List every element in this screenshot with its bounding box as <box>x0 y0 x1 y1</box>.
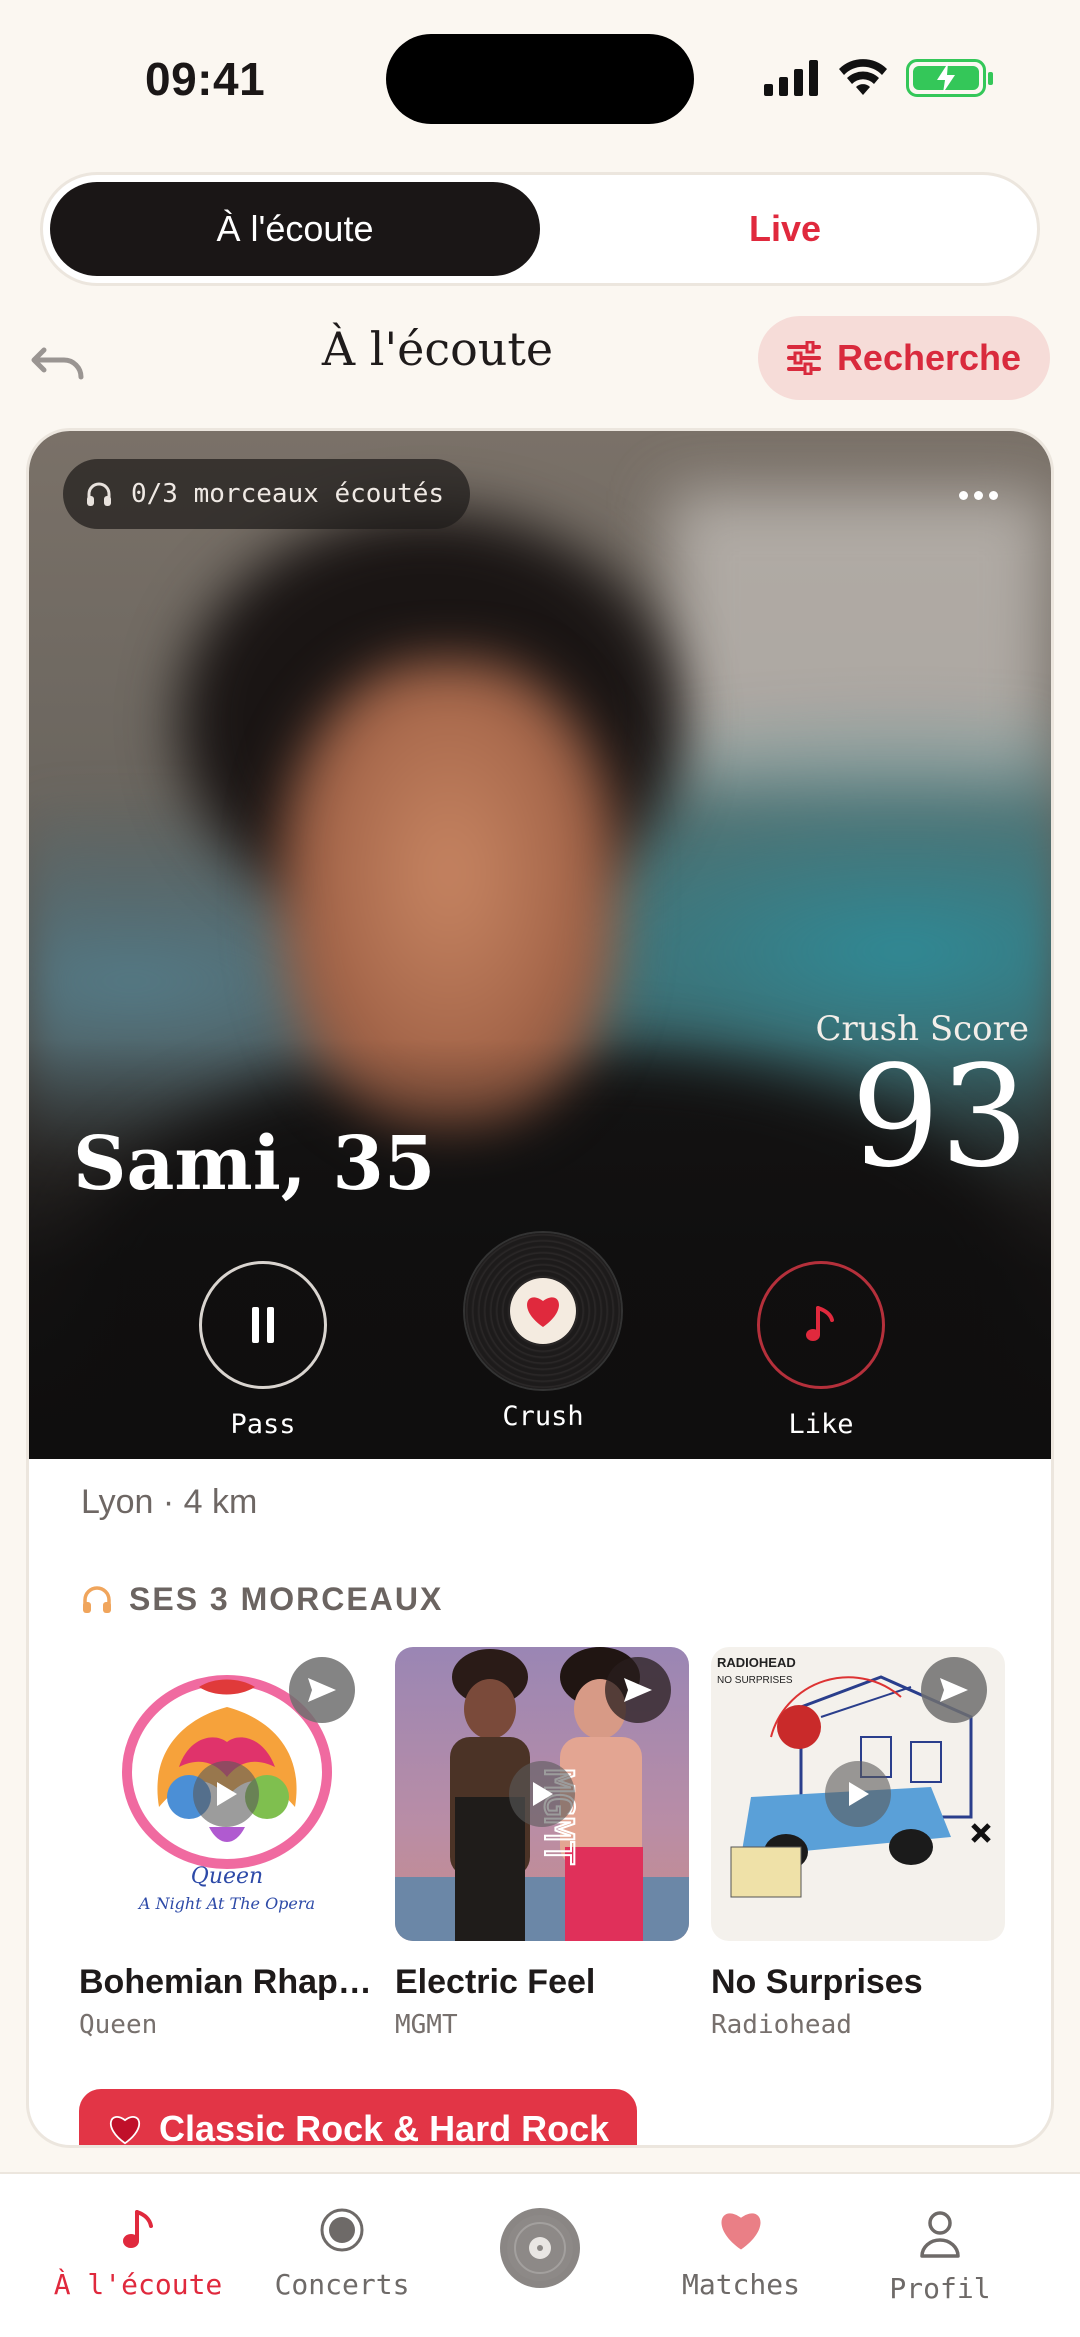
like-action[interactable]: Like <box>757 1261 885 1440</box>
dynamic-island <box>386 34 694 124</box>
track-title: Bohemian Rhap… <box>79 1963 372 2001</box>
tab-profile-label: Profil <box>889 2272 991 2305</box>
album-cover: MGMT <box>395 1647 689 1941</box>
crush-label: Crush <box>502 1401 584 1432</box>
heart-icon <box>109 2116 141 2145</box>
send-icon <box>940 1678 968 1702</box>
pass-label: Pass <box>230 1409 296 1440</box>
tab-matches-label: Matches <box>681 2268 800 2301</box>
tab-concerts[interactable]: Concerts <box>262 2200 422 2301</box>
play-preview-button[interactable] <box>825 1761 891 1827</box>
pass-action[interactable]: Pass <box>199 1261 327 1440</box>
track-card[interactable]: Queen A Night At The Opera Bohemian Rhap… <box>79 1647 373 2040</box>
svg-text:Queen: Queen <box>191 1864 263 1889</box>
headphones-icon <box>83 1585 111 1613</box>
tab-profile[interactable]: Profil <box>870 2204 1010 2305</box>
headphones-icon <box>87 482 111 506</box>
cellular-signal-icon <box>764 60 818 96</box>
segment-listening[interactable]: À l'écoute <box>50 182 540 276</box>
profile-photo: 0/3 morceaux écoutés Crush Score 93 Sami… <box>29 431 1051 1459</box>
status-time: 09:41 <box>145 53 266 105</box>
music-note-icon <box>123 2210 153 2248</box>
track-artist: Radiohead <box>711 2010 852 2040</box>
svg-text:RADIOHEAD: RADIOHEAD <box>717 1655 796 1670</box>
vinyl-disc-icon <box>507 2215 573 2281</box>
profile-card[interactable]: 0/3 morceaux écoutés Crush Score 93 Sami… <box>26 428 1054 2148</box>
track-title: No Surprises <box>711 1963 923 2001</box>
crush-score-value: 93 <box>850 1036 1029 1199</box>
undo-icon[interactable] <box>30 342 86 382</box>
vinyl-center-tab[interactable] <box>500 2208 580 2288</box>
track-card[interactable]: RADIOHEAD NO SURPRISES No Surprises Radi… <box>711 1647 1005 2040</box>
play-preview-button[interactable] <box>509 1761 575 1827</box>
heart-icon <box>527 1297 559 1327</box>
svg-text:NO SURPRISES: NO SURPRISES <box>717 1675 793 1686</box>
track-artist: MGMT <box>395 2010 458 2040</box>
tracks-section-header: SES 3 MORCEAUX <box>81 1581 443 1618</box>
play-icon <box>533 1782 553 1806</box>
search-button[interactable]: Recherche <box>758 316 1050 400</box>
page-title: À l'écoute <box>321 322 554 376</box>
profile-location: Lyon · 4 km <box>81 1483 258 1521</box>
pass-button[interactable] <box>199 1261 327 1389</box>
tab-listening-label: À l'écoute <box>53 2268 223 2301</box>
svg-text:A Night At The Opera: A Night At The Opera <box>137 1894 315 1913</box>
share-track-button[interactable] <box>921 1657 987 1723</box>
more-options-icon[interactable] <box>959 491 998 500</box>
battery-icon <box>906 59 993 97</box>
track-title: Electric Feel <box>395 1963 596 2001</box>
track-card[interactable]: MGMT Electric Feel MGMT <box>395 1647 689 2040</box>
search-button-label: Recherche <box>836 337 1022 378</box>
genre-chip[interactable]: Classic Rock & Hard Rock <box>79 2089 638 2148</box>
profile-name-age: Sami, 35 <box>73 1121 436 1207</box>
tab-concerts-label: Concerts <box>274 2268 410 2301</box>
like-button[interactable] <box>757 1261 885 1389</box>
send-icon <box>308 1678 336 1702</box>
status-icons <box>764 56 993 100</box>
play-icon <box>849 1782 869 1806</box>
track-artist: Queen <box>79 2010 158 2040</box>
crush-action[interactable]: Crush <box>465 1233 621 1432</box>
send-icon <box>624 1678 652 1702</box>
record-icon <box>320 2208 364 2252</box>
music-note-icon <box>806 1306 834 1341</box>
play-preview-button[interactable] <box>193 1761 259 1827</box>
play-icon <box>217 1782 237 1806</box>
filter-sliders-icon <box>786 341 821 375</box>
share-track-button[interactable] <box>605 1657 671 1723</box>
like-label: Like <box>788 1409 854 1440</box>
genre-chip-label: Classic Rock & Hard Rock <box>159 2108 610 2148</box>
listened-progress-pill: 0/3 morceaux écoutés <box>63 459 471 529</box>
listened-progress-text: 0/3 morceaux écoutés <box>131 479 445 509</box>
segment-live[interactable]: Live <box>540 182 1030 276</box>
tab-listening[interactable]: À l'écoute <box>48 2200 228 2301</box>
tracks-section-title: SES 3 MORCEAUX <box>129 1581 444 1617</box>
heart-icon <box>721 2213 761 2250</box>
person-icon <box>920 2211 960 2258</box>
crush-vinyl-button[interactable] <box>465 1233 621 1389</box>
album-cover: RADIOHEAD NO SURPRISES <box>711 1647 1005 1941</box>
pause-icon <box>252 1307 274 1343</box>
tab-matches[interactable]: Matches <box>666 2200 816 2301</box>
album-cover: Queen A Night At The Opera <box>79 1647 373 1941</box>
wifi-icon <box>839 59 887 95</box>
share-track-button[interactable] <box>289 1657 355 1723</box>
